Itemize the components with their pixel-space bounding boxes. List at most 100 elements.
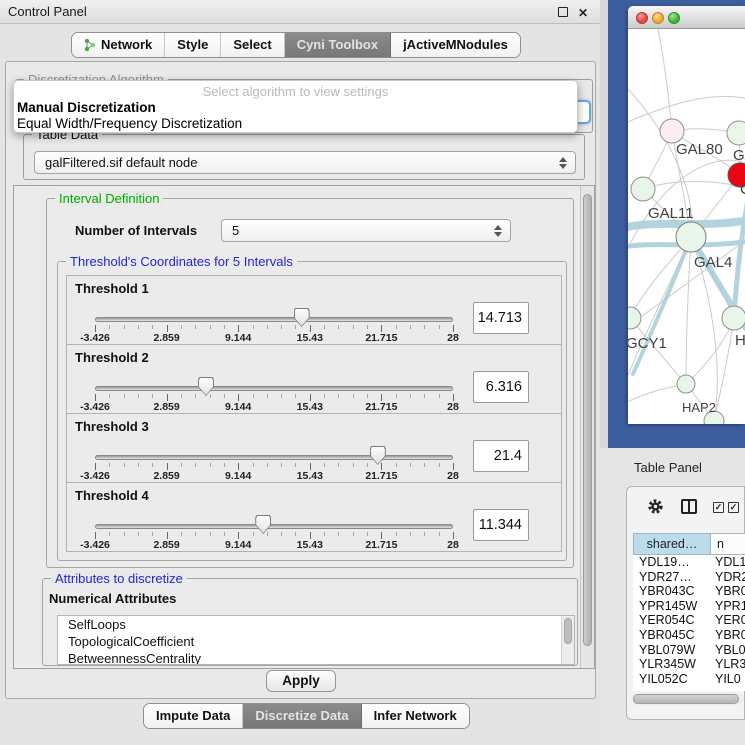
tab-label: Network [101,37,152,52]
slider-tick [253,325,254,329]
network-node[interactable] [631,177,655,201]
tick-label: 15.43 [297,401,323,413]
threshold-value-field[interactable]: 6.316 [473,371,529,403]
slider-tick [124,463,125,467]
threshold-value-field[interactable]: 11.344 [473,509,529,541]
table-data-combobox[interactable]: galFiltered.sif default node [34,151,576,174]
table-row[interactable]: YER054CYER0 [633,613,745,628]
combobox-spinner-icon[interactable] [493,224,502,238]
settings-vertical-scrollbar[interactable] [580,186,594,668]
checkbox-checked-icon[interactable]: ✓ [728,502,739,513]
table-cell: YIL0 [711,672,745,687]
attribute-item[interactable]: TopologicalCoefficient [58,633,574,650]
float-window-icon[interactable] [558,7,568,17]
slider-tick [238,394,239,401]
gear-icon[interactable] [647,498,664,515]
combobox-spinner-icon[interactable] [558,156,567,170]
node-label: GAL4 [694,254,732,271]
close-icon[interactable]: ✕ [578,6,588,20]
table-row[interactable]: YDR27…YDR2 [633,570,745,585]
tab-select[interactable]: Select [221,33,284,57]
slider-tick [338,532,339,536]
slider-tick [95,463,96,470]
attribute-item[interactable]: SelfLoops [58,616,574,633]
tab-jactivemnodules[interactable]: jActiveMNodules [391,33,520,57]
threshold-slider[interactable] [95,455,453,460]
network-node[interactable] [722,306,745,330]
slider-tick [424,325,425,329]
threshold-slider[interactable] [95,386,453,391]
tab-cyni-toolbox[interactable]: Cyni Toolbox [285,33,391,57]
table-row[interactable]: YPR145WYPR1 [633,599,745,614]
table-row[interactable]: YBL079WYBL0 [633,643,745,658]
algorithm-option[interactable]: Equal Width/Frequency Discretization [14,116,577,132]
slider-thumb[interactable] [255,515,271,534]
slider-tick [424,532,425,536]
checkbox-checked-icon[interactable]: ✓ [713,502,724,513]
slider-tick [224,463,225,467]
tab-discretize-data[interactable]: Discretize Data [243,704,361,728]
threshold-value-field[interactable]: 21.4 [473,440,529,472]
attributes-scrollbar-thumb[interactable] [564,618,572,644]
slider-thumb[interactable] [198,377,214,396]
table-row[interactable]: YDL19…YDL1 [633,555,745,570]
column-header-name[interactable]: n [711,533,745,555]
slider-tick [381,532,382,539]
attributes-group: Attributes to discretize Numerical Attri… [42,578,578,666]
tab-impute-data[interactable]: Impute Data [144,704,243,728]
network-node[interactable] [677,375,695,393]
network-canvas[interactable]: GAL80 GA C GAL11 GAL4 GCY1 H HAP2 [628,29,745,424]
cyni-toolbox-panel: Discretization Algorithm Table Data galF… [5,61,596,699]
number-of-intervals-combobox[interactable]: 5 [221,219,511,242]
tab-style[interactable]: Style [165,33,221,57]
slider-tick [210,532,211,536]
slider-tick [381,325,382,332]
network-node[interactable] [628,307,641,329]
minimize-traffic-light-icon[interactable] [652,12,664,24]
network-node[interactable] [676,222,706,252]
table-header-row: shared… n [633,533,745,555]
settings-scrollbar-thumb[interactable] [583,194,592,646]
table-row[interactable]: YIL052CYIL0 [633,672,745,687]
network-node[interactable] [727,121,745,145]
slider-tick [439,532,440,536]
table-scrollbar-thumb[interactable] [633,694,739,704]
tick-label: 21.715 [365,401,397,413]
table-row[interactable]: YBR045CYBR0 [633,628,745,643]
panel-title: Control Panel [8,4,87,19]
number-of-intervals-value: 5 [232,223,239,238]
slider-tick [181,532,182,536]
network-node[interactable] [660,119,684,143]
slider-tick [310,532,311,539]
algorithm-option[interactable]: Manual Discretization [14,100,577,116]
network-nodes [628,119,745,424]
slider-thumb[interactable] [370,446,386,465]
split-columns-icon[interactable] [681,499,697,514]
slider-tick [410,463,411,467]
slider-tick [267,532,268,536]
table-data-group: Table Data galFiltered.sif default node [23,134,585,180]
slider-tick [109,394,110,398]
zoom-traffic-light-icon[interactable] [668,12,680,24]
slider-tick [324,325,325,329]
table-row[interactable]: YBR043CYBR0 [633,584,745,599]
tab-network[interactable]: Network [72,33,165,57]
tab-infer-network[interactable]: Infer Network [362,704,469,728]
attributes-scrollbar[interactable] [561,616,574,664]
table-row[interactable]: YLR345WYLR3 [633,657,745,672]
threshold-value-field[interactable]: 14.713 [473,302,529,334]
slider-tick [109,463,110,467]
tick-label: 9.144 [225,470,251,482]
slider-tick [181,325,182,329]
slider-tick [253,394,254,398]
apply-button[interactable]: Apply [266,670,336,692]
network-window-titlebar[interactable] [628,6,745,29]
threshold-slider[interactable] [95,317,453,322]
threshold-slider[interactable] [95,524,453,529]
close-traffic-light-icon[interactable] [636,12,648,24]
table-cell: YER054C [633,613,711,628]
table-horizontal-scrollbar[interactable] [631,693,744,705]
slider-tick [295,463,296,467]
attribute-item[interactable]: BetweennessCentrality [58,650,574,665]
column-header-shared[interactable]: shared… [633,533,711,555]
